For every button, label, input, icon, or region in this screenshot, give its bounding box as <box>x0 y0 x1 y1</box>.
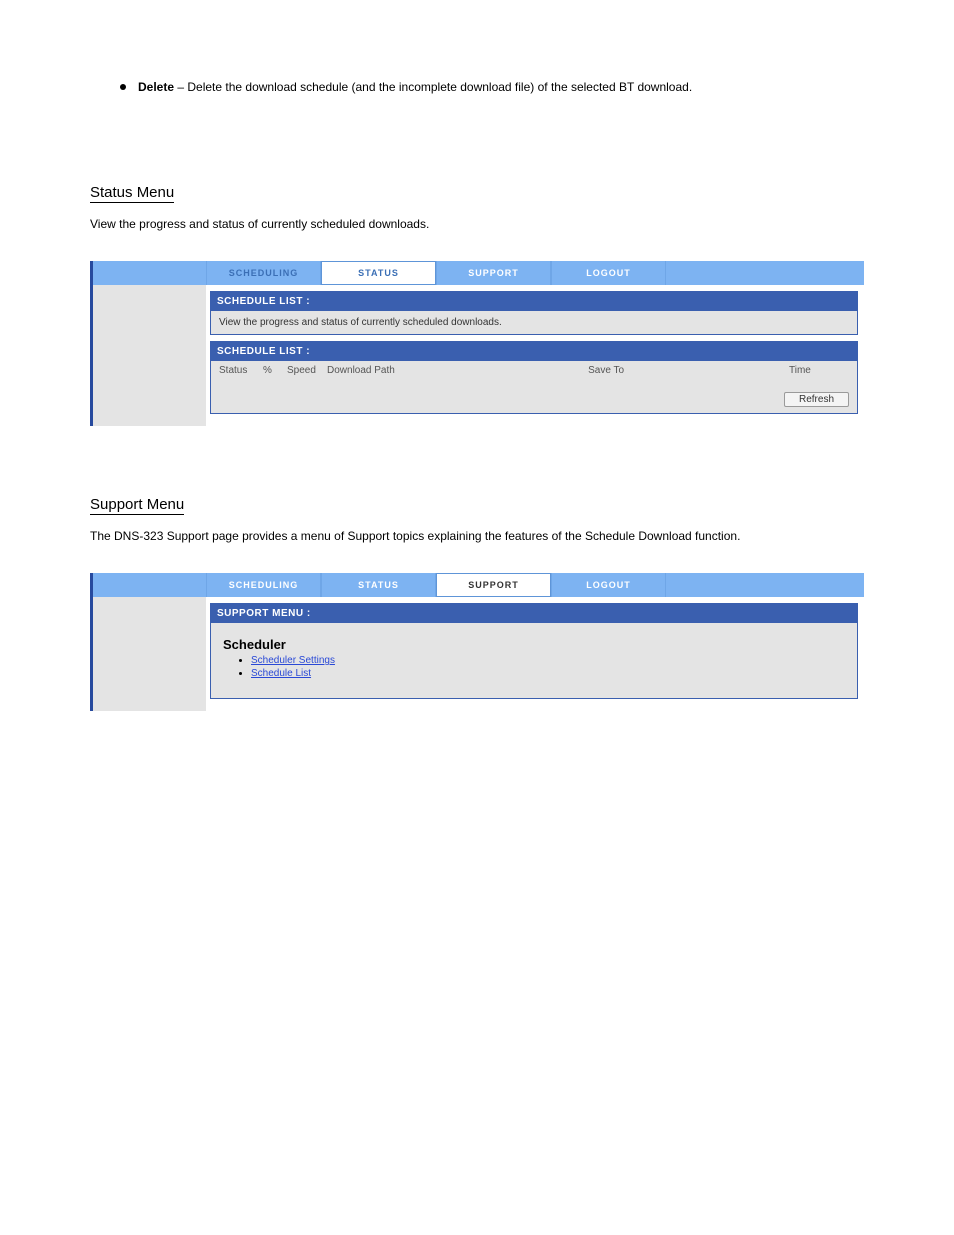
panel-header: SCHEDULE LIST : <box>211 292 857 311</box>
tab-status[interactable]: STATUS <box>321 261 436 285</box>
delete-bullet: Delete – Delete the download schedule (a… <box>120 80 864 94</box>
schedule-list-info-panel: SCHEDULE LIST : View the progress and st… <box>210 291 858 335</box>
panel-header: SCHEDULE LIST : <box>211 342 857 361</box>
tab-support[interactable]: SUPPORT <box>436 573 551 597</box>
delete-label: Delete <box>138 80 174 94</box>
refresh-row: Refresh <box>211 392 857 413</box>
tab-spacer <box>666 261 864 285</box>
col-percent: % <box>263 365 287 376</box>
col-speed: Speed <box>287 365 327 376</box>
panel-info-text: View the progress and status of currentl… <box>211 311 857 334</box>
link-schedule-list[interactable]: Schedule List <box>251 668 311 679</box>
table-header-row: Status % Speed Download Path Save To Tim… <box>211 361 857 392</box>
link-scheduler-settings[interactable]: Scheduler Settings <box>251 655 335 666</box>
status-content: SCHEDULE LIST : View the progress and st… <box>206 285 864 426</box>
delete-desc: Delete the download schedule (and the in… <box>187 80 692 94</box>
tab-status[interactable]: STATUS <box>321 573 436 597</box>
col-time: Time <box>789 365 849 376</box>
support-menu-panel: SUPPORT MENU : Scheduler Scheduler Setti… <box>210 603 858 699</box>
tab-spacer <box>93 261 206 285</box>
support-tabs: SCHEDULING STATUS SUPPORT LOGOUT <box>93 573 864 597</box>
tab-support[interactable]: SUPPORT <box>436 261 551 285</box>
bullet-icon <box>120 84 126 90</box>
support-content: SUPPORT MENU : Scheduler Scheduler Setti… <box>206 597 864 711</box>
tab-logout[interactable]: LOGOUT <box>551 573 666 597</box>
support-ui-frame: SCHEDULING STATUS SUPPORT LOGOUT SUPPORT… <box>90 573 864 711</box>
status-ui-frame: SCHEDULING STATUS SUPPORT LOGOUT SCHEDUL… <box>90 261 864 426</box>
support-menu-heading: Support Menu <box>90 496 184 515</box>
side-gutter <box>93 597 206 711</box>
tab-scheduling[interactable]: SCHEDULING <box>206 573 321 597</box>
tab-logout[interactable]: LOGOUT <box>551 261 666 285</box>
panel-header: SUPPORT MENU : <box>211 604 857 623</box>
tab-spacer <box>93 573 206 597</box>
delete-bullet-text: Delete – Delete the download schedule (a… <box>138 80 692 94</box>
col-save-to: Save To <box>588 365 789 376</box>
status-tabs: SCHEDULING STATUS SUPPORT LOGOUT <box>93 261 864 285</box>
refresh-button[interactable]: Refresh <box>784 392 849 407</box>
schedule-list-table-panel: SCHEDULE LIST : Status % Speed Download … <box>210 341 858 414</box>
list-item: Schedule List <box>251 667 845 680</box>
status-menu-heading: Status Menu <box>90 184 174 203</box>
support-body: Scheduler Scheduler Settings Schedule Li… <box>211 623 857 698</box>
col-status: Status <box>219 365 263 376</box>
tab-scheduling[interactable]: SCHEDULING <box>206 261 321 285</box>
status-menu-desc: View the progress and status of currentl… <box>90 217 864 231</box>
scheduler-group-title: Scheduler <box>223 637 845 652</box>
col-download-path: Download Path <box>327 365 588 376</box>
support-menu-desc: The DNS-323 Support page provides a menu… <box>90 529 864 543</box>
list-item: Scheduler Settings <box>251 654 845 667</box>
side-gutter <box>93 285 206 426</box>
support-link-list: Scheduler Settings Schedule List <box>251 654 845 680</box>
tab-spacer <box>666 573 864 597</box>
